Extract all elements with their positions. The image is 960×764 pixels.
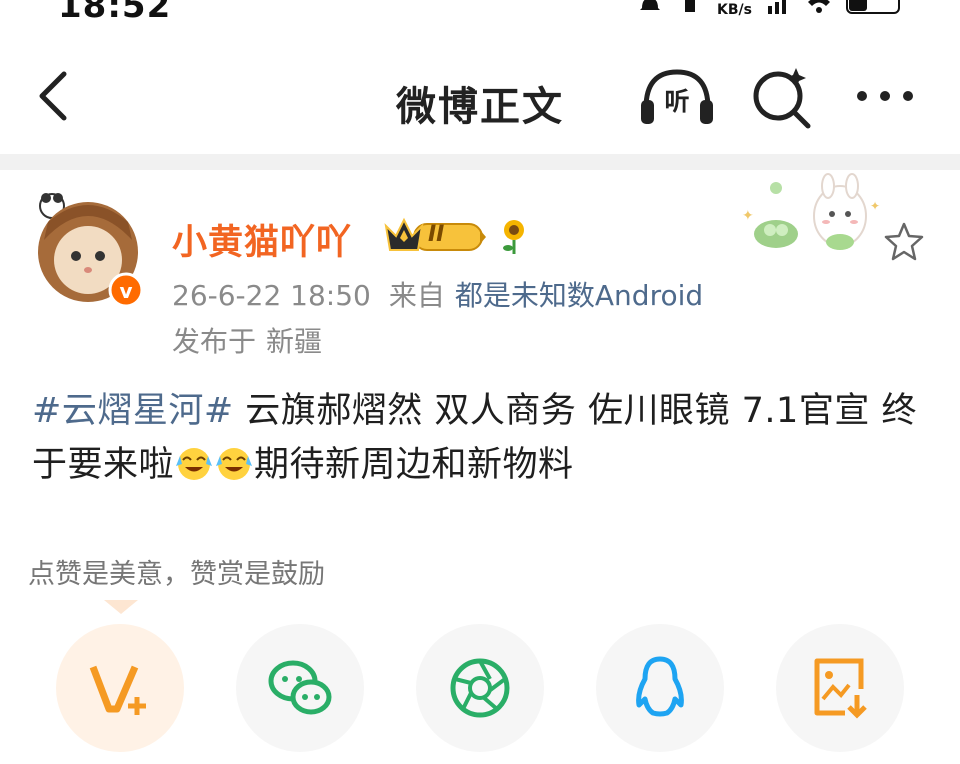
cellular-signal-icon — [768, 0, 786, 14]
share-moments-button[interactable] — [416, 624, 544, 752]
post-text-part2: 期待新周边和新物料 — [254, 445, 574, 485]
post-meta: 26-6-22 18:50 来自 都是未知数Android — [172, 274, 703, 314]
status-time: 18:52 — [58, 0, 172, 22]
vibrate-icon — [685, 0, 696, 12]
crying-laughing-emoji — [216, 448, 253, 480]
hint-pointer-icon — [104, 600, 138, 614]
post-source-link[interactable]: 都是未知数Android — [455, 279, 703, 312]
share-qq-button[interactable] — [596, 624, 724, 752]
battery-icon — [846, 0, 900, 14]
support-v-plus-button[interactable] — [56, 624, 184, 752]
share-wechat-button[interactable] — [236, 624, 364, 752]
author-name[interactable]: 小黄猫吖吖 — [172, 214, 352, 265]
search-sparkle-icon — [753, 68, 811, 129]
v-plus-icon — [89, 665, 146, 715]
sunflower-badge-icon — [503, 220, 524, 254]
search-button[interactable] — [748, 64, 814, 130]
post-location: 发布于 新疆 — [172, 320, 322, 360]
favorite-star-button[interactable] — [882, 220, 926, 264]
moments-aperture-icon — [450, 658, 510, 718]
post-content: #云熠星河# 云旗郝熠然 双人商务 佐川眼镜 7.1官宣 终于要来啦 期待新周边和… — [32, 384, 932, 492]
save-image-icon — [814, 658, 867, 719]
status-bar: 18:52 KB/s — [0, 0, 960, 22]
member-crown-badge[interactable]: II — [384, 216, 488, 256]
post-timestamp: 26-6-22 18:50 — [172, 279, 371, 312]
more-dots-icon — [857, 91, 913, 101]
network-speed: KB/s — [717, 2, 752, 18]
section-divider — [0, 154, 960, 170]
star-icon — [884, 222, 924, 261]
wechat-icon — [268, 660, 332, 715]
location-value: 新疆 — [266, 325, 323, 358]
nav-bar: 微博正文 听 — [0, 48, 960, 144]
listen-label: 听 — [664, 87, 690, 116]
qq-penguin-icon — [636, 656, 684, 717]
svg-text:✦: ✦ — [742, 208, 754, 224]
wifi-icon — [808, 0, 830, 13]
hashtag-link[interactable]: #云熠星河# — [32, 391, 234, 431]
reward-hint: 点赞是美意，赞赏是鼓励 — [28, 559, 325, 590]
crying-laughing-emoji — [176, 448, 213, 480]
source-prefix: 来自 — [388, 279, 445, 312]
save-image-button[interactable] — [776, 624, 904, 752]
svg-text:v: v — [119, 279, 132, 303]
member-level: II — [428, 222, 445, 247]
cat-avatar-icon: v — [38, 193, 144, 308]
author-avatar[interactable]: v — [30, 192, 148, 316]
bunny-decoration-icon: ✦ ✦ — [742, 173, 880, 250]
more-button[interactable] — [852, 78, 918, 114]
location-prefix: 发布于 — [172, 325, 257, 358]
page-title: 微博正文 — [396, 84, 564, 130]
status-icons: KB/s — [637, 0, 904, 18]
mute-bell-icon — [640, 0, 661, 10]
svg-text:✦: ✦ — [870, 199, 880, 213]
listen-button[interactable]: 听 — [636, 62, 718, 132]
